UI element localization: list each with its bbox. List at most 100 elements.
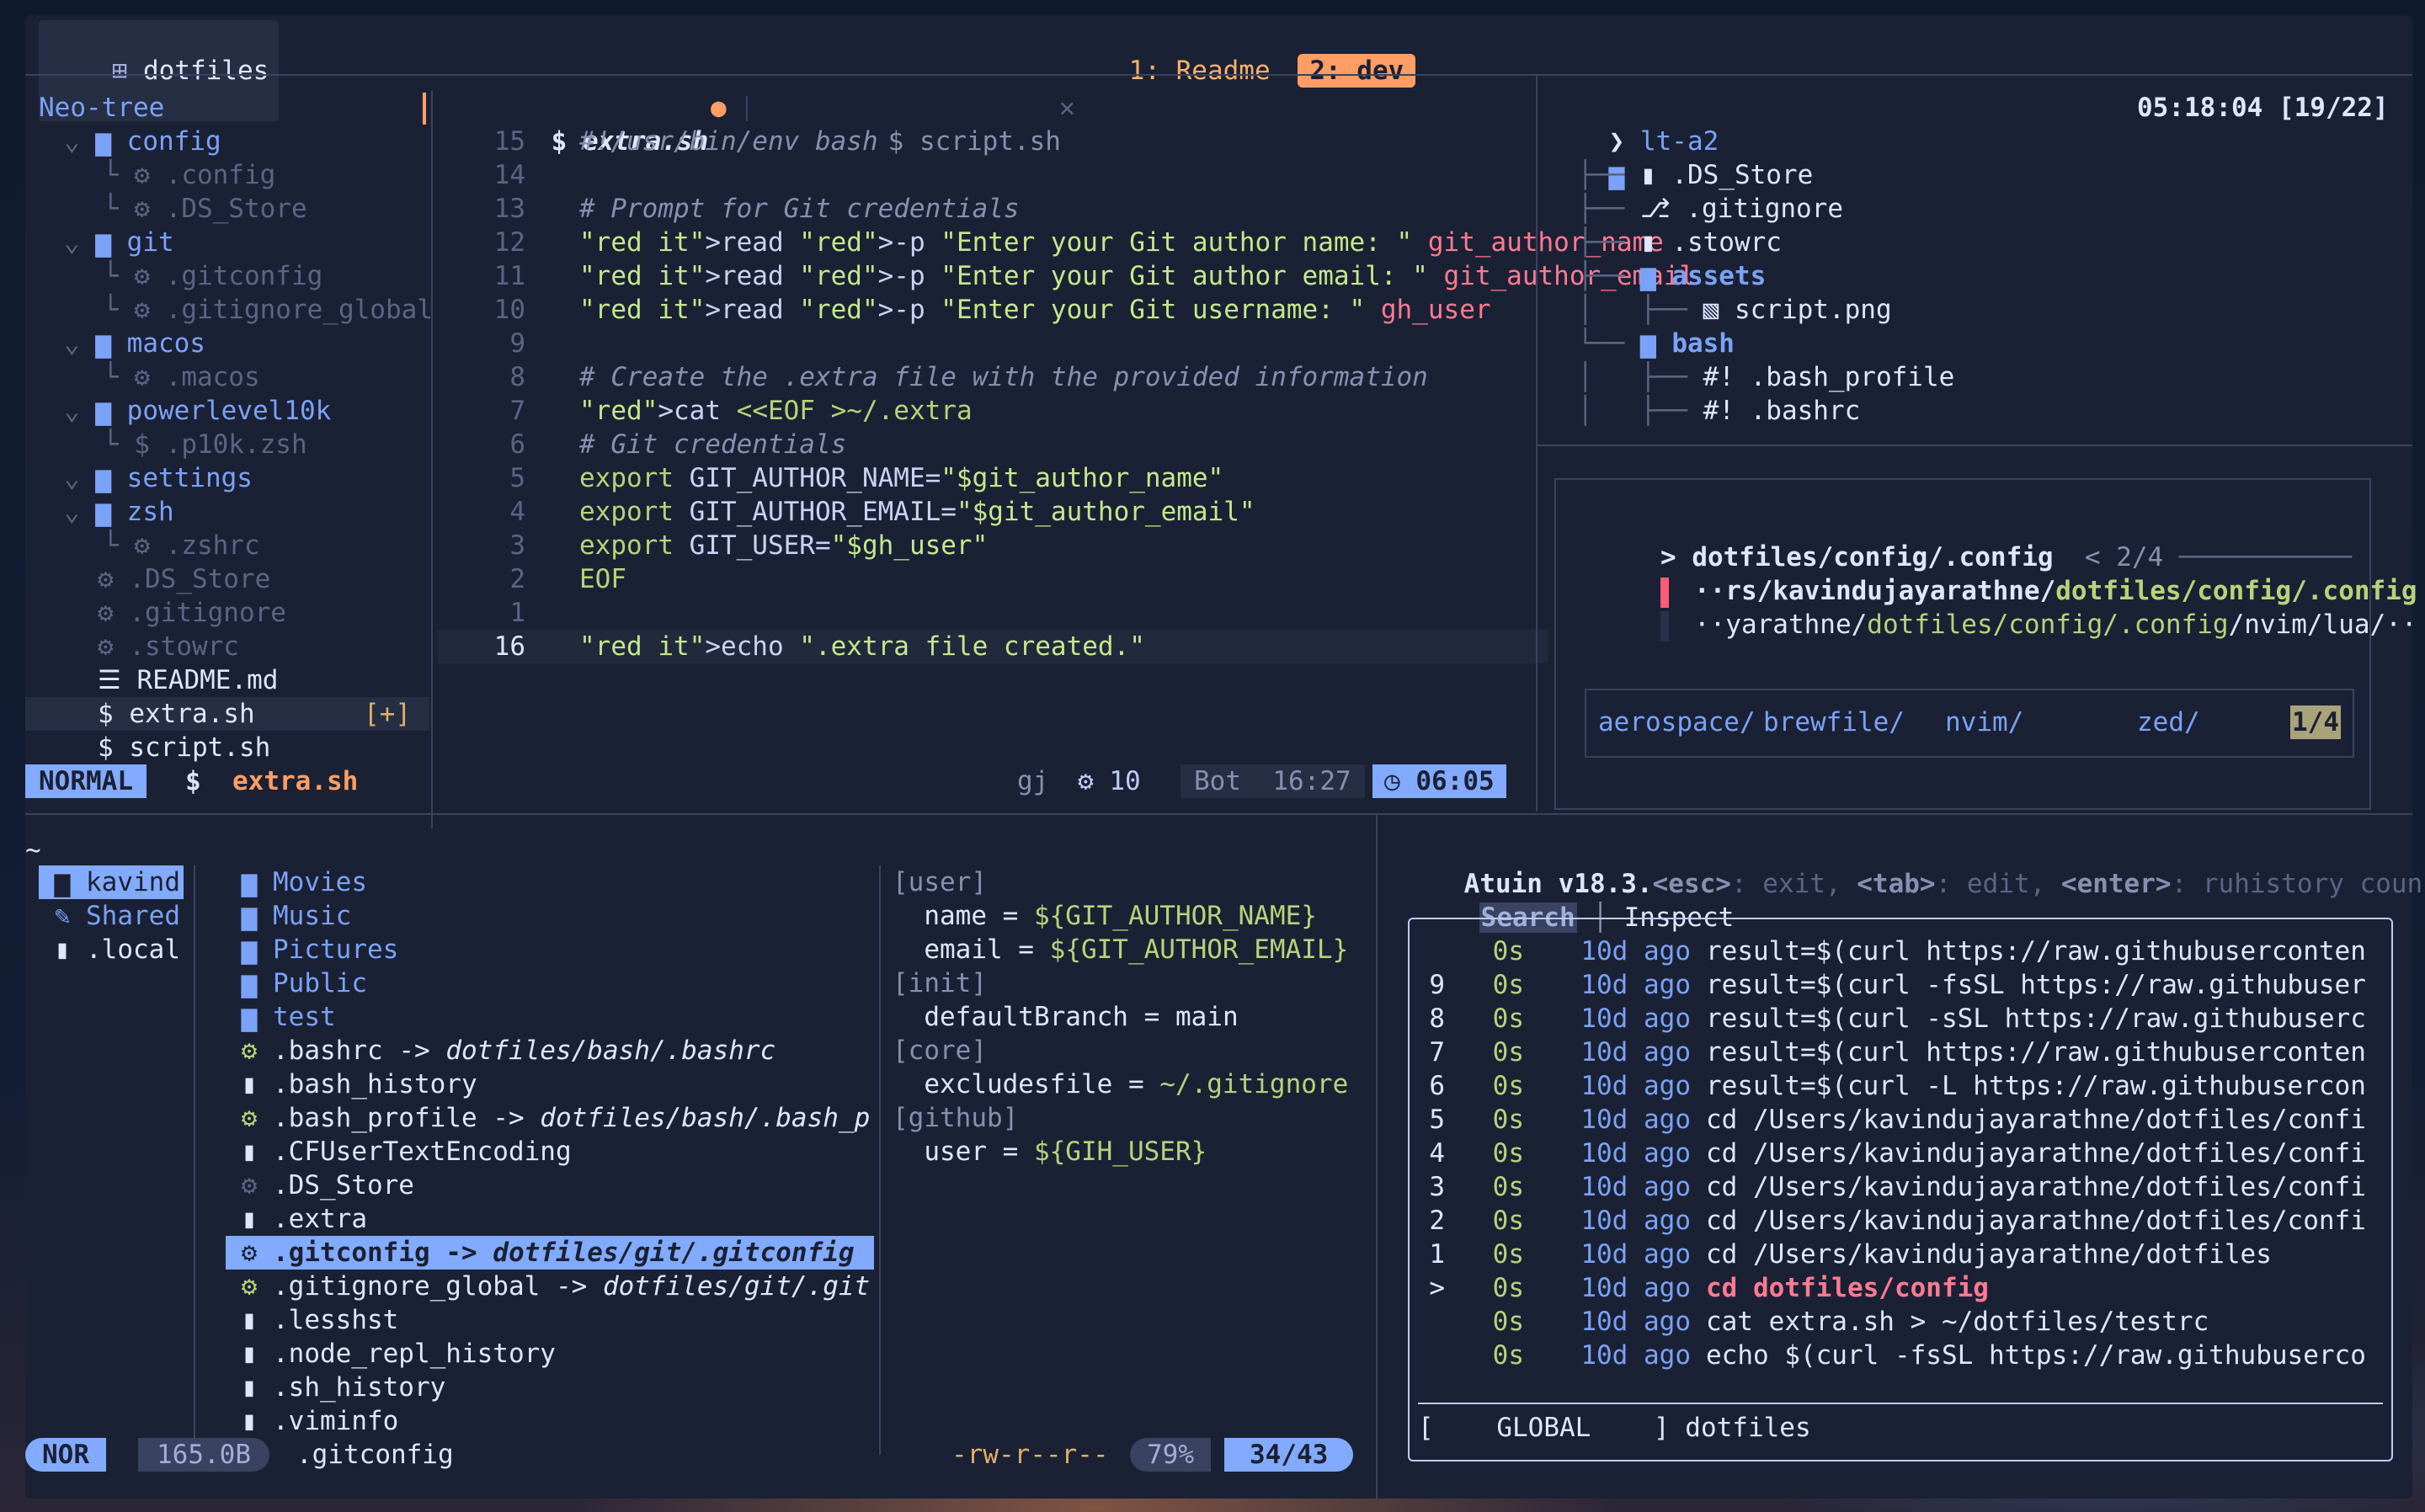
yazi-file-item[interactable]: ▆ Public — [226, 966, 874, 1000]
neotree-item[interactable]: ⌄ ▆ git — [25, 226, 429, 259]
code-line[interactable]: 13 # Prompt for Git credentials — [438, 192, 1548, 226]
neotree-item[interactable]: ⌄ ▆ powerlevel10k — [25, 394, 429, 428]
broot-item[interactable]: └── ▆ bash — [1546, 327, 1735, 360]
neotree-item-label: zsh — [126, 497, 174, 527]
code-line[interactable]: 1 — [438, 596, 1548, 630]
file-icon: ☰ — [98, 665, 137, 695]
atuin-history-row[interactable]: 7 0s 10d ago result=$(curl https://raw.gith… — [1410, 1036, 2366, 1069]
fzf-result-1[interactable]: ··rs/kavindujayarathne/dotfiles/config/.… — [1566, 540, 2417, 608]
close-tab-icon[interactable]: ✕ — [1059, 91, 1075, 125]
code-line[interactable]: 3 export GIT_USER="$gh_user" — [438, 529, 1548, 562]
atuin-history-row[interactable]: 1 0s 10d ago cd /Users/kavindujayarathne/do… — [1410, 1238, 2272, 1271]
yazi-file-item[interactable]: ▆ Music — [226, 899, 874, 933]
preview-dir-1[interactable]: aerospace/ — [1598, 705, 1756, 739]
neotree-item[interactable]: ⌄ ▆ config — [25, 125, 429, 158]
preview-dir-4[interactable]: zed/ — [2137, 705, 2200, 739]
code-line[interactable]: 10 "red it">read "red">-p "Enter your Git… — [438, 293, 1548, 327]
atuin-history-row[interactable]: 4 0s 10d ago cd /Users/kavindujayarathne/do… — [1410, 1137, 2366, 1170]
yazi-parent-item[interactable]: ▆ kavind — [39, 865, 184, 899]
neotree-item[interactable]: ☰ README.md — [25, 663, 429, 697]
atuin-history-row[interactable]: 9 0s 10d ago result=$(curl -fsSL https://ra… — [1410, 968, 2366, 1002]
yazi-file-item[interactable]: ⚙ .DS_Store — [226, 1169, 874, 1202]
neotree-item[interactable]: ⚙ .stowrc — [25, 630, 429, 663]
code-line[interactable]: 11 "red it">read "red">-p "Enter your Git… — [438, 259, 1695, 293]
yazi-file-item[interactable]: ▮ .lesshst — [226, 1303, 874, 1337]
neotree-item[interactable]: ⚙ .gitignore — [25, 596, 429, 630]
code-line[interactable]: 4 export GIT_AUTHOR_EMAIL="$git_author_em… — [438, 495, 1548, 529]
preview-dir-3[interactable]: nvim/ — [1945, 705, 2023, 739]
neotree-item[interactable]: └ ⚙ .macos — [25, 360, 429, 394]
neotree-item[interactable]: ⌄ ▆ settings — [25, 461, 429, 495]
editor-buffer[interactable]: 15 #!/usr/bin/env bash 14 13 # Prompt for Gi… — [438, 125, 1695, 697]
yazi-file-item[interactable]: ▮ .bash_history — [226, 1067, 874, 1101]
atuin-history-row[interactable]: 0s 10d ago cat extra.sh > ~/dotfiles/testr… — [1410, 1305, 2209, 1339]
yazi-file-item[interactable]: ▮ .viminfo — [226, 1404, 874, 1438]
yazi-filename: .gitconfig — [296, 1440, 454, 1470]
yazi-file-item[interactable]: ▮ .CFUserTextEncoding — [226, 1135, 874, 1169]
broot-item[interactable]: │ ├── ▧ script.png — [1546, 293, 1891, 327]
atuin-history-row[interactable]: 6 0s 10d ago result=$(curl -L https://raw.g… — [1410, 1069, 2366, 1103]
neotree-item[interactable]: └ ⚙ .gitignore_global — [25, 293, 433, 327]
item-label: test — [273, 1002, 336, 1032]
row-duration: 0s — [1492, 970, 1524, 1000]
yazi-parent-item[interactable]: ▮ .local — [39, 933, 184, 966]
atuin-history-row[interactable]: 3 0s 10d ago cd /Users/kavindujayarathne/do… — [1410, 1170, 2366, 1204]
broot-item[interactable]: ├── ▮ .DS_Store — [1546, 158, 1813, 192]
neotree-item[interactable]: └ ⚙ .gitconfig — [25, 259, 429, 293]
yazi-file-item[interactable]: ▆ test — [226, 1000, 874, 1034]
yazi-file-item[interactable]: ⚙ .bashrc -> dotfiles/bash/.bashrc — [226, 1034, 874, 1067]
yazi-file-item[interactable]: ⚙ .gitignore_global -> dotfiles/git/.git — [226, 1270, 874, 1303]
broot-item[interactable]: │ ├── #! .bash_profile — [1546, 360, 1954, 394]
file-icon: $ — [98, 732, 130, 763]
tmux-window-1[interactable]: 1: Readme — [1117, 54, 1282, 88]
neotree-item[interactable]: ⚙ .DS_Store — [25, 562, 429, 596]
yazi-perm: -rw-r--r-- — [951, 1440, 1109, 1470]
code-line[interactable]: 6 # Git credentials — [438, 428, 1548, 461]
neotree-item[interactable]: $ script.sh — [25, 731, 429, 764]
broot-item[interactable]: ├── ▮ .stowrc — [1546, 226, 1782, 259]
neotree-item[interactable]: └ ⚙ .DS_Store — [25, 192, 429, 226]
code-line[interactable]: 7 "red">cat <<EOF >~/.extra — [438, 394, 1548, 428]
atuin-history-row[interactable]: 0s 10d ago result=$(curl https://raw.githu… — [1410, 934, 2366, 968]
broot-item[interactable]: ├── ▆ assets — [1546, 259, 1766, 293]
preview-dir-2[interactable]: brewfile/ — [1763, 705, 1905, 739]
code-line[interactable]: 14 — [438, 158, 1548, 192]
code-line[interactable]: 9 — [438, 327, 1548, 360]
yazi-file-item[interactable]: ▮ .node_repl_history — [226, 1337, 874, 1371]
atuin-history-row[interactable]: 2 0s 10d ago cd /Users/kavindujayarathne/do… — [1410, 1204, 2366, 1238]
yazi-file-item[interactable]: ▆ Pictures — [226, 933, 874, 966]
neotree-item[interactable]: └ ⚙ .config — [25, 158, 429, 192]
atuin-history-row[interactable]: >0s 10d ago cd dotfiles/config — [1410, 1271, 1989, 1305]
code-line[interactable]: 15 #!/usr/bin/env bash — [438, 125, 1548, 158]
preview-line: [core] — [893, 1036, 987, 1066]
code-line[interactable]: 12 "red it">read "red">-p "Enter your Git… — [438, 226, 1664, 259]
yazi-current-pane: ▆ Movies ▆ Music ▆ Pictures ▆ Public ▆ t… — [202, 865, 876, 1455]
broot-item[interactable]: ├── ⎇ .gitignore — [1546, 192, 1843, 226]
item-label: Pictures — [273, 934, 399, 965]
yazi-file-item[interactable]: ⚙ .gitconfig -> dotfiles/git/.gitconfig — [226, 1236, 874, 1270]
yazi-parent-item[interactable]: ✎ Shared — [39, 899, 184, 933]
yazi-file-item[interactable]: ⚙ .bash_profile -> dotfiles/bash/.bash_p — [226, 1101, 874, 1135]
neotree-item[interactable]: └ $ .p10k.zsh — [25, 428, 429, 461]
neotree-item-label: git — [126, 227, 174, 258]
neotree-item[interactable]: $ extra.sh [+] — [25, 697, 429, 731]
yazi-file-item[interactable]: ▮ .extra — [226, 1202, 874, 1236]
atuin-history-row[interactable]: 5 0s 10d ago cd /Users/kavindujayarathne/do… — [1410, 1103, 2366, 1137]
fzf-result-2[interactable]: ··yarathne/dotfiles/config/.config/nvim/… — [1566, 574, 2417, 642]
code-line[interactable]: 8 # Create the .extra file with the provi… — [438, 360, 1548, 394]
neotree-item[interactable]: ⌄ ▆ zsh — [25, 495, 429, 529]
file-icon: ⚙ — [98, 564, 130, 594]
code-line[interactable]: 2 EOF — [438, 562, 1548, 596]
line-number: 7 — [509, 396, 525, 426]
atuin-history-row[interactable]: 8 0s 10d ago result=$(curl -sSL https://raw… — [1410, 1002, 2366, 1036]
broot-item[interactable]: │ ├── #! .bashrc — [1546, 394, 1860, 428]
yazi-file-item[interactable]: ▮ .sh_history — [226, 1371, 874, 1404]
yazi-file-item[interactable]: ▆ Movies — [226, 865, 874, 899]
code-line[interactable]: 16 "red it">echo ".extra file created." — [438, 630, 1548, 663]
code-line[interactable]: 5 export GIT_AUTHOR_NAME="$git_author_nam… — [438, 461, 1548, 495]
neotree-item[interactable]: └ ⚙ .zshrc — [25, 529, 429, 562]
tmux-window-2[interactable]: 2: dev — [1298, 54, 1416, 88]
atuin-filter[interactable]: [ GLOBAL ] dotfiles — [1418, 1411, 1811, 1445]
neotree-item[interactable]: ⌄ ▆ macos — [25, 327, 429, 360]
atuin-history-row[interactable]: 0s 10d ago echo $(curl -fsSL https://raw.g… — [1410, 1339, 2366, 1372]
